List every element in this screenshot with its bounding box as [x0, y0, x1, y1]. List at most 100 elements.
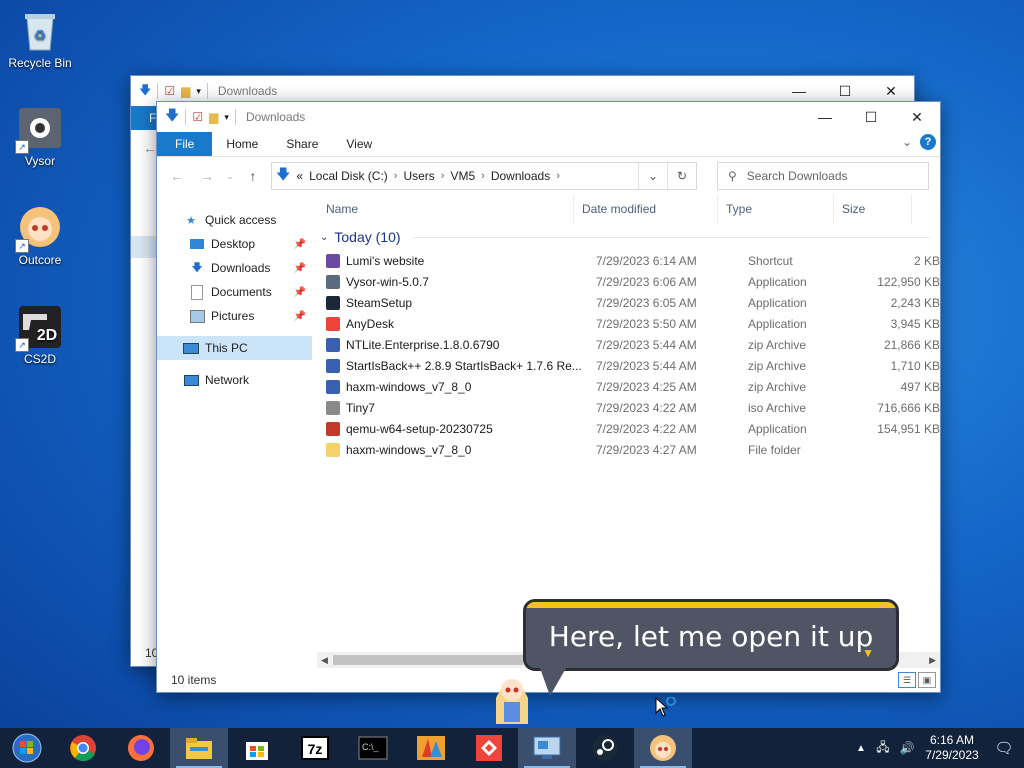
- start-button[interactable]: [0, 728, 54, 768]
- clock[interactable]: 6:16 AM 7/29/2023: [920, 733, 984, 763]
- documents-folder-icon: [189, 284, 205, 300]
- recent-locations-icon[interactable]: ⌄: [225, 171, 235, 182]
- title-bar[interactable]: 🡇 ☑ ▆ ▾ Downloads — ☐ ✕: [157, 102, 940, 132]
- file-row[interactable]: Tiny7 7/29/2023 4:22 AM iso Archive 716,666…: [312, 397, 940, 418]
- nav-documents[interactable]: Documents 📌: [157, 280, 312, 304]
- help-icon[interactable]: ?: [920, 134, 936, 150]
- breadcrumb-downloads[interactable]: Downloads: [491, 169, 550, 183]
- taskbar-command-prompt[interactable]: C:\_: [344, 728, 402, 768]
- file-name-cell: StartIsBack++ 2.8.9 StartIsBack+ 1.7.6 R…: [312, 358, 588, 373]
- volume-icon[interactable]: 🔊: [894, 741, 920, 755]
- taskbar-anydesk[interactable]: [460, 728, 518, 768]
- nav-network[interactable]: Network: [157, 368, 312, 392]
- store-icon: [246, 742, 268, 760]
- file-name-cell: Vysor-win-5.0.7: [312, 274, 588, 289]
- shortcut-arrow-icon: ↗: [15, 338, 29, 352]
- ribbon-tab-view[interactable]: View: [332, 132, 386, 156]
- file-size: 2,243 KB: [890, 295, 940, 310]
- search-icon: ⚲: [728, 169, 737, 183]
- network-tray-icon[interactable]: 🖧: [872, 738, 894, 759]
- file-row[interactable]: qemu-w64-setup-20230725 7/29/2023 4:22 AM…: [312, 418, 940, 439]
- up-button[interactable]: ↑: [241, 168, 265, 184]
- column-header-date[interactable]: Date modified: [574, 194, 718, 224]
- file-row[interactable]: Lumi's website 7/29/2023 6:14 AM Shortcut 2…: [312, 250, 940, 271]
- forward-button[interactable]: →: [195, 168, 219, 184]
- continue-triangle-icon[interactable]: ▼: [862, 646, 874, 660]
- nav-desktop[interactable]: Desktop 📌: [157, 232, 312, 256]
- taskbar-ntlite[interactable]: [402, 728, 460, 768]
- desktop-icon-recycle-bin[interactable]: ♻ Recycle Bin: [2, 8, 78, 70]
- chevron-right-icon[interactable]: ›: [394, 170, 398, 182]
- taskbar-7zip[interactable]: 7z: [286, 728, 344, 768]
- column-header-type[interactable]: Type: [718, 194, 834, 224]
- group-label: Today (10): [334, 229, 401, 245]
- large-icons-view-icon[interactable]: ▣: [918, 672, 936, 688]
- file-name-cell: Tiny7: [312, 400, 588, 415]
- maximize-button[interactable]: ☐: [848, 102, 894, 132]
- taskbar-remote-desktop[interactable]: [518, 728, 576, 768]
- file-date: 7/29/2023 6:05 AM: [596, 295, 697, 310]
- taskbar-chrome[interactable]: [54, 728, 112, 768]
- file-row[interactable]: AnyDesk 7/29/2023 5:50 AM Application 3,945…: [312, 313, 940, 334]
- taskbar-firefox[interactable]: [112, 728, 170, 768]
- close-button[interactable]: ✕: [894, 102, 940, 132]
- column-headers: Name Date modified Type Size: [312, 194, 940, 224]
- taskbar-steam[interactable]: [576, 728, 634, 768]
- window-title: Downloads: [245, 110, 306, 124]
- nav-downloads[interactable]: 🡇 Downloads 📌: [157, 256, 312, 280]
- breadcrumb-users[interactable]: Users: [403, 169, 434, 183]
- file-row[interactable]: Vysor-win-5.0.7 7/29/2023 6:06 AM Applicat…: [312, 271, 940, 292]
- desktop-icon-outcore[interactable]: ↗ Outcore: [2, 205, 78, 267]
- properties-icon[interactable]: ☑: [192, 110, 203, 124]
- show-hidden-icons-icon[interactable]: ▲: [850, 743, 872, 754]
- ribbon-tab-home[interactable]: Home: [212, 132, 272, 156]
- ribbon-tab-share[interactable]: Share: [272, 132, 332, 156]
- chevron-right-icon[interactable]: ›: [441, 170, 445, 182]
- file-row[interactable]: SteamSetup 7/29/2023 6:05 AM Application 2,…: [312, 292, 940, 313]
- scrollbar-thumb[interactable]: [333, 655, 523, 665]
- taskbar-file-explorer[interactable]: [170, 728, 228, 768]
- taskbar-store[interactable]: [228, 728, 286, 768]
- breadcrumb-overflow[interactable]: «: [296, 169, 303, 183]
- file-row[interactable]: StartIsBack++ 2.8.9 StartIsBack+ 1.7.6 R…: [312, 355, 940, 376]
- anydesk-icon: [476, 735, 502, 761]
- file-row[interactable]: NTLite.Enterprise.1.8.0.6790 7/29/2023 5:…: [312, 334, 940, 355]
- nav-label: Network: [205, 373, 250, 387]
- pin-icon: 📌: [293, 286, 306, 298]
- file-type-icon: [326, 400, 340, 415]
- column-header-size[interactable]: Size: [834, 194, 912, 224]
- column-header-name[interactable]: Name: [312, 194, 574, 224]
- file-row[interactable]: haxm-windows_v7_8_0 7/29/2023 4:25 AM zip …: [312, 376, 940, 397]
- file-row[interactable]: haxm-windows_v7_8_0 7/29/2023 4:27 AM File…: [312, 439, 940, 460]
- chevron-right-icon[interactable]: ›: [556, 170, 560, 182]
- recycle-bin-icon: ♻: [17, 8, 63, 54]
- qat-dropdown-icon[interactable]: ▾: [224, 112, 229, 123]
- nav-quick-access[interactable]: ★ Quick access: [157, 208, 312, 232]
- scroll-right-icon[interactable]: ▶: [929, 655, 936, 666]
- minimize-button[interactable]: —: [802, 102, 848, 132]
- taskbar-outcore[interactable]: [634, 728, 692, 768]
- breadcrumb-vm5[interactable]: VM5: [450, 169, 475, 183]
- search-box[interactable]: ⚲ Search Downloads: [717, 162, 929, 190]
- address-bar[interactable]: 🡇 « Local Disk (C:) › Users › VM5 › Down…: [271, 162, 697, 190]
- nav-this-pc[interactable]: This PC: [157, 336, 312, 360]
- nav-pictures[interactable]: Pictures 📌: [157, 304, 312, 328]
- details-view-icon[interactable]: ☰: [898, 672, 916, 688]
- group-header-today[interactable]: ⌄ Today (10): [312, 224, 940, 250]
- network-icon: [183, 373, 199, 387]
- refresh-icon[interactable]: ↻: [667, 163, 696, 189]
- address-dropdown-icon[interactable]: ⌄: [638, 163, 667, 189]
- new-folder-icon[interactable]: ▆: [209, 110, 218, 124]
- download-arrow-icon: 🡇: [276, 166, 291, 182]
- nav-pane-selection: [131, 236, 157, 258]
- breadcrumb-local-disk[interactable]: Local Disk (C:): [309, 169, 388, 183]
- desktop-icon-vysor[interactable]: ↗ Vysor: [2, 106, 78, 168]
- expand-ribbon-icon[interactable]: ⌄: [902, 135, 912, 149]
- desktop-icon-cs2d[interactable]: 2D ↗ CS2D: [2, 304, 78, 366]
- back-button[interactable]: ←: [165, 168, 189, 184]
- notifications-icon[interactable]: 🗨: [984, 739, 1024, 757]
- ribbon-tab-file[interactable]: File: [157, 132, 213, 156]
- chevron-right-icon[interactable]: ›: [481, 170, 485, 182]
- scroll-left-icon[interactable]: ◀: [321, 655, 328, 666]
- file-size: 154,951 KB: [877, 421, 940, 436]
